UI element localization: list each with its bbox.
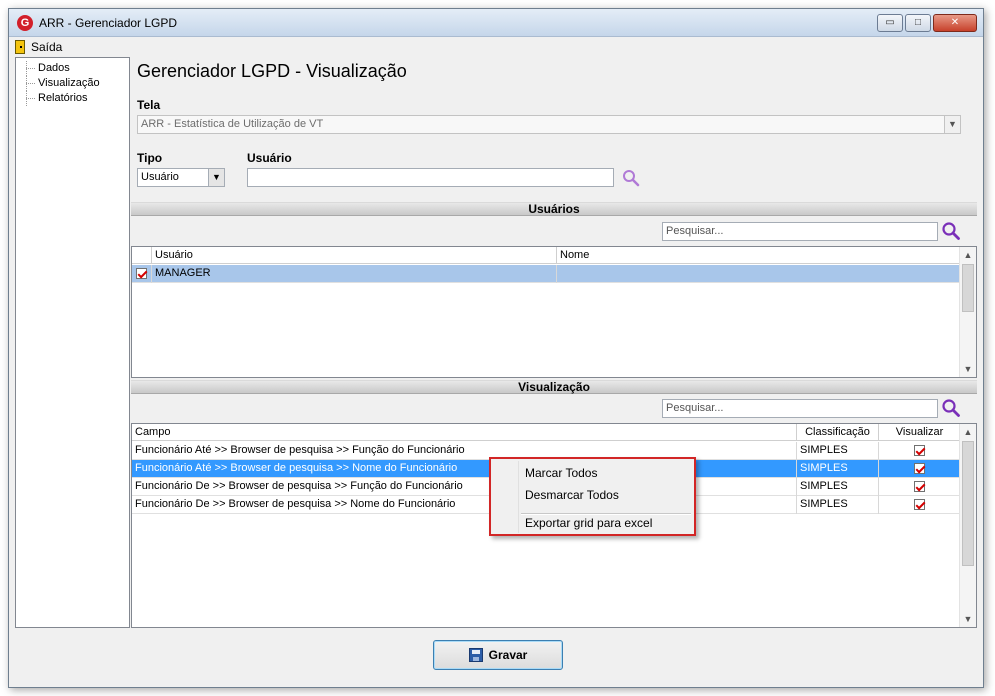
save-button[interactable]: Gravar [433, 640, 563, 670]
users-grid-header: Usuário Nome [132, 247, 960, 264]
menu-item-desmarcar-todos[interactable]: Desmarcar Todos [525, 487, 619, 503]
view-grid-header: Campo Classificação Visualizar [132, 424, 960, 441]
tree-item-visualizacao[interactable]: Visualização [16, 76, 129, 91]
grid-header-cell [132, 247, 152, 264]
search-icon[interactable] [621, 168, 641, 188]
page-title: Gerenciador LGPD - Visualização [137, 61, 407, 81]
window-title: ARR - Gerenciador LGPD [39, 16, 178, 30]
minimize-button[interactable]: ▭ [877, 14, 903, 32]
table-cell: SIMPLES [797, 496, 879, 514]
scrollbar-thumb[interactable] [962, 441, 974, 566]
menu-gutter [518, 461, 519, 533]
menu-item-marcar-todos[interactable]: Marcar Todos [525, 465, 597, 481]
context-menu: Marcar Todos Desmarcar Todos Exportar gr… [489, 457, 696, 536]
usuario-label: Usuário [247, 151, 292, 165]
tree-item-label: Visualização [38, 77, 100, 89]
grid-header-cell[interactable]: Usuário [152, 247, 557, 264]
navigation-tree: Dados Visualização Relatórios [15, 57, 130, 628]
title-bar[interactable]: G ARR - Gerenciador LGPD ▭ □ ✕ [9, 9, 983, 37]
tree-item-label: Relatórios [38, 92, 88, 104]
chevron-down-icon[interactable]: ▼ [208, 169, 224, 186]
tipo-label: Tipo [137, 151, 163, 165]
vertical-scrollbar[interactable]: ▲ ▼ [959, 424, 976, 627]
usuario-input[interactable] [247, 168, 614, 187]
visualizar-checkbox[interactable] [879, 496, 960, 514]
checkbox-checked-icon[interactable] [914, 462, 925, 474]
tree-item-relatorios[interactable]: Relatórios [16, 91, 129, 106]
menu-exit[interactable]: Saída [15, 39, 62, 55]
scroll-up-icon[interactable]: ▲ [960, 247, 976, 263]
visualizar-checkbox[interactable] [879, 460, 960, 478]
row-checkbox[interactable] [132, 265, 152, 283]
view-search-input[interactable]: Pesquisar... [662, 399, 938, 418]
view-section-header: Visualização [131, 380, 977, 394]
table-cell: Funcionário Até >> Browser de pesquisa >… [132, 460, 797, 478]
table-cell: Funcionário Até >> Browser de pesquisa >… [132, 442, 797, 460]
table-cell: SIMPLES [797, 478, 879, 496]
tela-label: Tela [137, 98, 161, 112]
tipo-select[interactable]: Usuário ▼ [137, 168, 225, 187]
maximize-button[interactable]: □ [905, 14, 931, 32]
vertical-scrollbar[interactable]: ▲ ▼ [959, 247, 976, 377]
search-icon[interactable] [941, 221, 961, 241]
scroll-down-icon[interactable]: ▼ [960, 361, 976, 377]
grid-header-cell[interactable]: Nome [557, 247, 960, 264]
close-button[interactable]: ✕ [933, 14, 977, 32]
search-icon[interactable] [941, 398, 961, 418]
chevron-down-icon[interactable]: ▼ [944, 116, 960, 133]
table-cell: SIMPLES [797, 442, 879, 460]
tree-item-dados[interactable]: Dados [16, 61, 129, 76]
tela-select[interactable]: ARR - Estatística de Utilização de VT ▼ [137, 115, 961, 134]
users-search-input[interactable]: Pesquisar... [662, 222, 938, 241]
main-window: G ARR - Gerenciador LGPD ▭ □ ✕ Saída Dad… [8, 8, 984, 688]
tipo-select-value: Usuário [141, 171, 179, 183]
checkbox-checked-icon[interactable] [136, 267, 147, 279]
table-cell: SIMPLES [797, 460, 879, 478]
footer-bar: Gravar [15, 629, 977, 685]
checkbox-checked-icon[interactable] [914, 480, 925, 492]
scrollbar-thumb[interactable] [962, 264, 974, 312]
visualizar-checkbox[interactable] [879, 478, 960, 496]
table-cell: Funcionário De >> Browser de pesquisa >>… [132, 478, 797, 496]
table-row[interactable]: MANAGER [132, 265, 960, 283]
menu-item-exportar-excel[interactable]: Exportar grid para excel [525, 515, 652, 531]
checkbox-checked-icon[interactable] [914, 498, 925, 510]
scroll-up-icon[interactable]: ▲ [960, 424, 976, 440]
door-exit-icon [15, 40, 25, 54]
visualizar-checkbox[interactable] [879, 442, 960, 460]
tela-select-value: ARR - Estatística de Utilização de VT [141, 118, 324, 130]
tree-item-label: Dados [38, 62, 70, 74]
save-button-label: Gravar [488, 648, 528, 662]
floppy-disk-icon [468, 648, 483, 662]
grid-header-cell[interactable]: Visualizar [879, 424, 960, 441]
users-section-header: Usuários [131, 202, 977, 216]
grid-header-cell[interactable]: Campo [132, 424, 797, 441]
menu-exit-label: Saída [31, 40, 63, 54]
scroll-down-icon[interactable]: ▼ [960, 611, 976, 627]
users-grid: Usuário Nome MANAGER ▲ ▼ [131, 246, 977, 378]
table-cell [557, 265, 960, 283]
table-cell: MANAGER [152, 265, 557, 283]
menu-bar: Saída [9, 37, 983, 57]
table-cell: Funcionário De >> Browser de pesquisa >>… [132, 496, 797, 514]
checkbox-checked-icon[interactable] [914, 444, 925, 456]
grid-header-cell[interactable]: Classificação [797, 424, 879, 441]
app-logo-icon: G [17, 15, 33, 31]
main-panel: Gerenciador LGPD - Visualização Tela ARR… [131, 57, 977, 628]
